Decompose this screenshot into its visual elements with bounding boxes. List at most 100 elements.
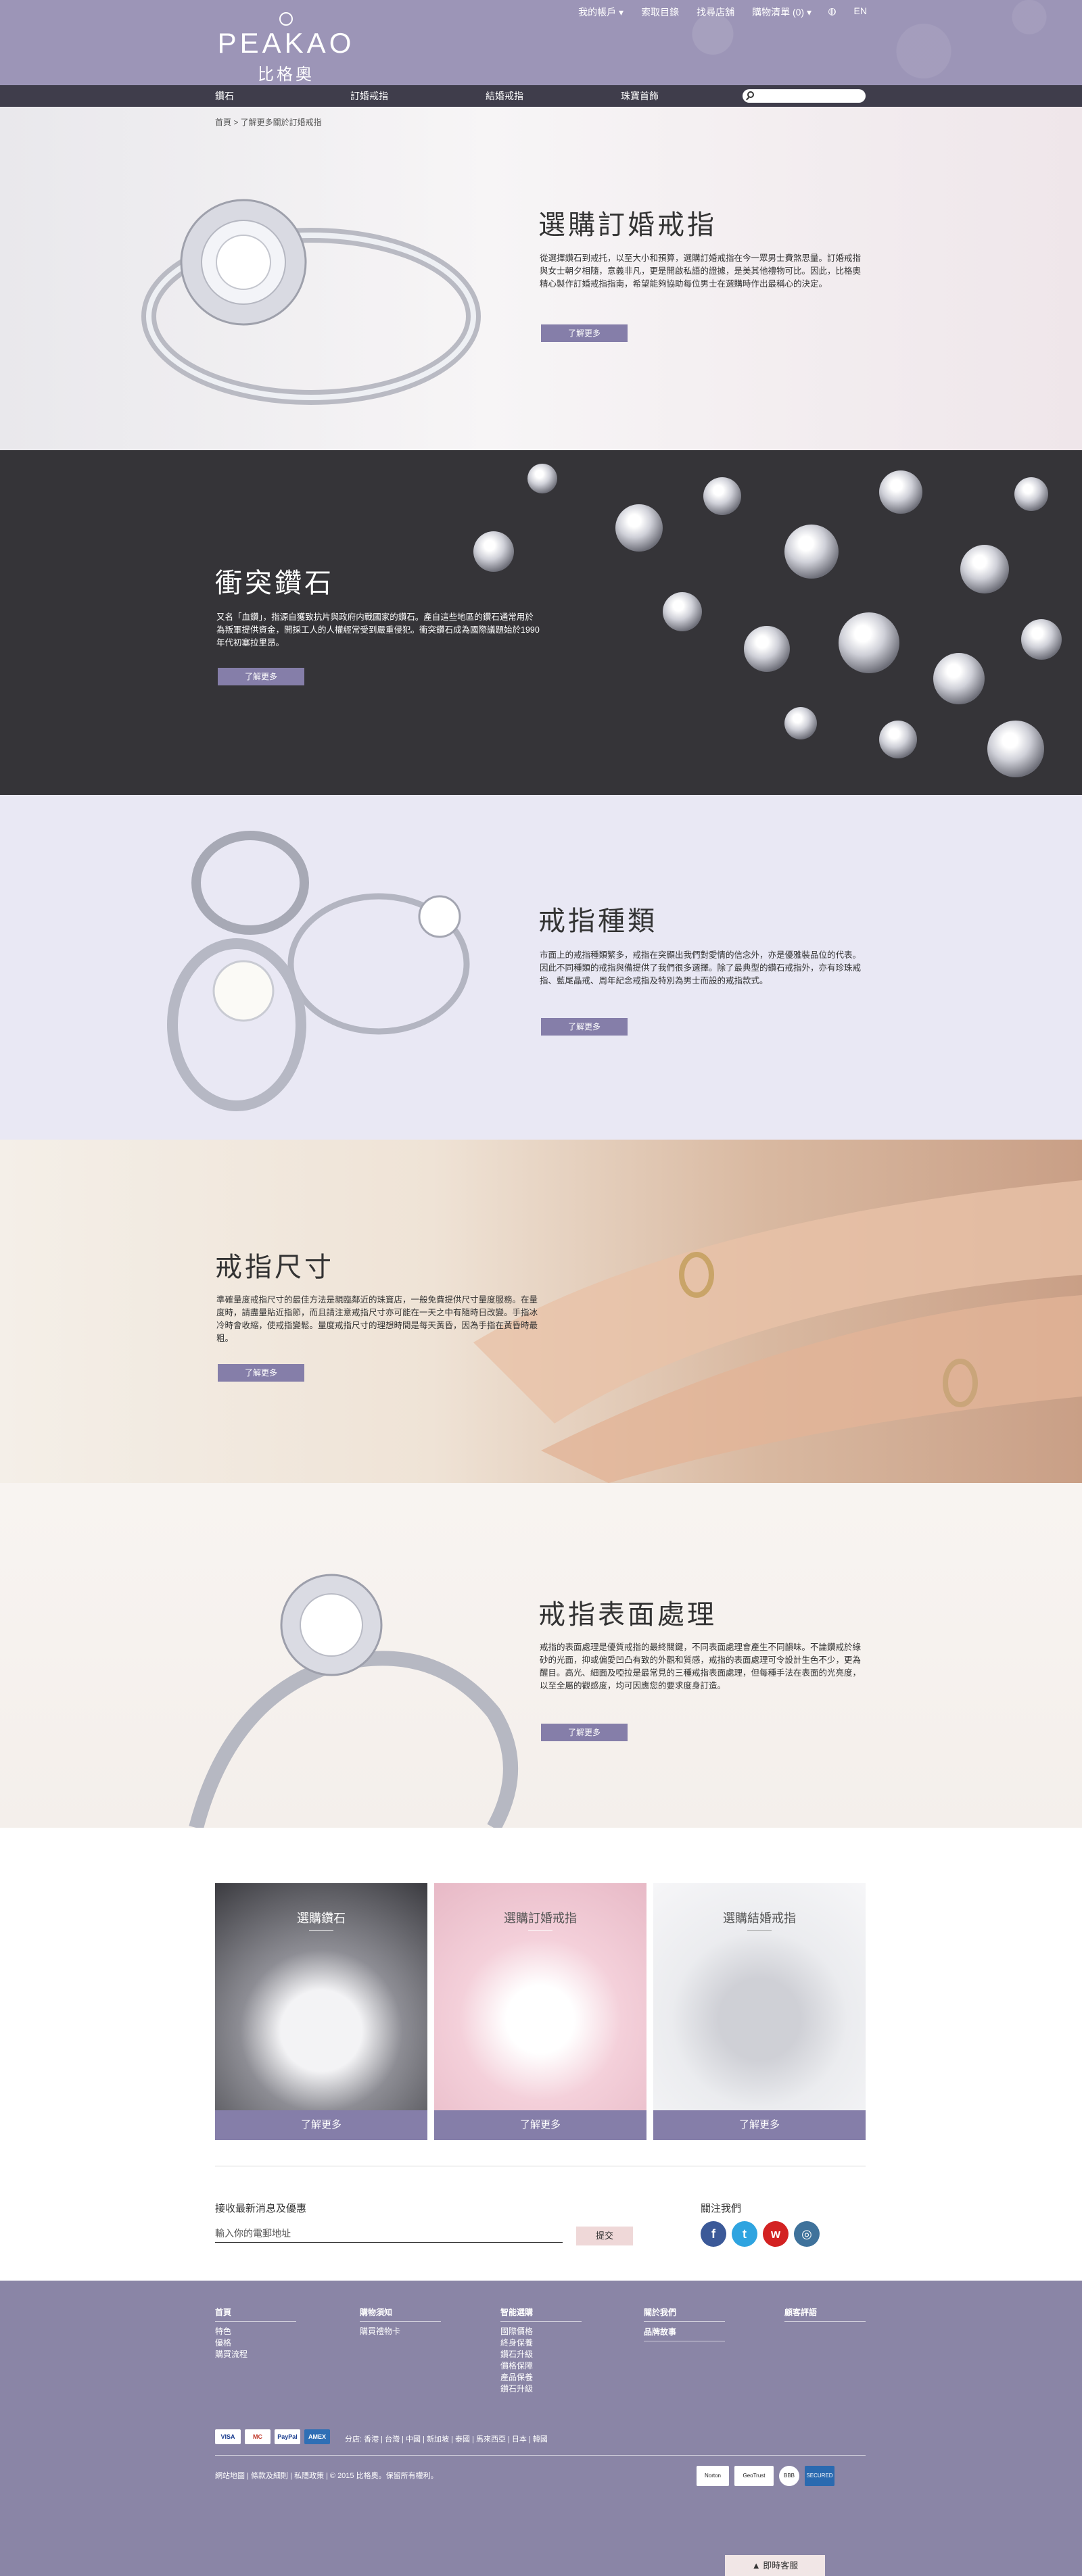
submit-button[interactable]: 提交 — [576, 2227, 633, 2245]
card-shop-wedding-rings[interactable]: 選購結婚戒指 了解更多 — [653, 1883, 866, 2140]
section-text: 從選擇鑽石到戒托，以至大小和預算，選購訂婚戒指在今一眾男士費煞思量。訂婚戒指與女… — [540, 253, 862, 289]
section-title: 選購訂婚戒指 — [538, 210, 717, 241]
footer-heading[interactable]: 關於我們 — [644, 2306, 725, 2322]
nav-wedding-rings[interactable]: 結婚戒指 — [486, 85, 621, 107]
language-switch[interactable]: ◍ EN — [828, 5, 867, 17]
region-links[interactable]: 分店: 香港 | 台灣 | 中國 | 新加坡 | 泰國 | 馬來西亞 | 日本 … — [345, 2433, 548, 2444]
norton-badge-icon: Norton — [697, 2466, 729, 2486]
section-title: 戒指表面處理 — [538, 1599, 717, 1630]
section-engagement: 首頁 > 了解更多關於訂婚戒指 選購訂婚戒指 從選擇鑽石到戒托，以至大小和預算，… — [0, 107, 1082, 450]
card-button[interactable]: 了解更多 — [215, 2110, 427, 2140]
footer-link[interactable]: 購買禮物卡 — [360, 2326, 441, 2337]
learn-more-button[interactable]: 了解更多 — [541, 1724, 628, 1741]
card-title: 選購鑽石 — [297, 1912, 346, 1925]
footer-heading[interactable]: 品牌故事 — [644, 2326, 725, 2341]
footer-link[interactable]: 優格 — [215, 2337, 296, 2349]
learn-more-button[interactable]: 了解更多 — [541, 324, 628, 342]
live-chat-button[interactable]: ▲ 即時客服 — [725, 2555, 825, 2576]
learn-more-button[interactable]: 了解更多 — [218, 1364, 304, 1382]
card-button[interactable]: 了解更多 — [653, 2110, 866, 2140]
learn-more-button[interactable]: 了解更多 — [541, 1018, 628, 1036]
footer-heading[interactable]: 首頁 — [215, 2306, 296, 2322]
footer-heading[interactable]: 智能選購 — [500, 2306, 582, 2322]
payment-methods: VISA MC PayPal AMEX — [215, 2429, 330, 2444]
section-title: 戒指尺寸 — [215, 1252, 334, 1283]
section-conflict-diamonds: 衝突鑽石 又名「血鑽」，指源自獲致抗片與政府内戰國家的鑽石。產自這些地區的鑽石通… — [0, 450, 1082, 795]
main-nav: 鑽石 訂婚戒指 結婚戒指 珠寶首飾 — [0, 85, 1082, 107]
engagement-ring-image — [141, 199, 481, 405]
weibo-icon[interactable]: w — [763, 2221, 789, 2247]
newsletter-title: 接收最新消息及優惠 — [215, 2203, 307, 2214]
finishing-ring-image — [189, 1574, 518, 1828]
footer: 首頁 特色 優格 購買流程 購物須知 購買禮物卡 智能選購 國際價格 終身保養 … — [0, 2281, 1082, 2576]
section-title: 衝突鑽石 — [215, 568, 334, 599]
footer-divider — [215, 2455, 866, 2456]
footer-link[interactable]: 鑽石升級 — [500, 2349, 582, 2360]
footer-col-about: 關於我們 品牌故事 — [644, 2306, 725, 2346]
my-account-link[interactable]: 我的帳戶 ▾ — [578, 5, 624, 19]
footer-heading[interactable]: 顧客評語 — [784, 2306, 866, 2322]
social-links: f t w ◎ — [701, 2221, 820, 2247]
footer-link[interactable]: 鑽石升級 — [500, 2383, 582, 2395]
top-links: 我的帳戶 ▾ 索取目錄 找尋店舖 購物清單 (0) ▾ — [578, 5, 812, 19]
email-field[interactable] — [215, 2224, 563, 2243]
card-title: 選購結婚戒指 — [723, 1912, 796, 1925]
section-ring-size: 戒指尺寸 準確量度戒指尺寸的最佳方法是親臨鄰近的珠寶店，一般免費提供尺寸量度服務… — [0, 1140, 1082, 1483]
wishlist-link[interactable]: 購物清單 (0) ▾ — [752, 5, 812, 19]
search-icon — [747, 91, 754, 98]
footer-col-shopping: 購物須知 購買禮物卡 — [360, 2306, 441, 2337]
card-shop-engagement-rings[interactable]: 選購訂婚戒指 了解更多 — [434, 1883, 646, 2140]
hands-image — [473, 1180, 1082, 1483]
nav-jewellery[interactable]: 珠寶首飾 — [621, 85, 756, 107]
logo-text-zh: 比格奧 — [258, 66, 314, 84]
twitter-icon[interactable]: t — [732, 2221, 757, 2247]
card-shop-diamonds[interactable]: 選購鑽石 了解更多 — [215, 1883, 427, 2140]
footer-link[interactable]: 產品保養 — [500, 2372, 582, 2383]
section-text: 又名「血鑽」，指源自獲致抗片與政府内戰國家的鑽石。產自這些地區的鑽石通常用於為叛… — [216, 612, 540, 648]
section-title: 戒指種類 — [538, 906, 657, 937]
breadcrumb[interactable]: 首頁 > 了解更多關於訂婚戒指 — [215, 116, 322, 128]
globe-icon: ◍ — [828, 5, 837, 16]
section-text: 市面上的戒指種類繁多，戒指在突顯出我們對愛情的信念外，亦是優雅裝品位的代表。因此… — [540, 950, 862, 986]
follow-title: 關注我們 — [701, 2203, 742, 2214]
section-text: 準確量度戒指尺寸的最佳方法是親臨鄰近的珠寶店，一般免費提供尺寸量度服務。在量度時… — [216, 1295, 538, 1343]
header: PEAKAO 比格奧 我的帳戶 ▾ 索取目錄 找尋店舖 購物清單 (0) ▾ ◍… — [0, 0, 1082, 85]
footer-link[interactable]: 終身保養 — [500, 2337, 582, 2349]
footer-link[interactable]: 購買流程 — [215, 2349, 296, 2360]
facebook-icon[interactable]: f — [701, 2221, 726, 2247]
section-text: 戒指的表面處理是優質戒指的最終關鍵，不同表面處理會產生不同韻味。不論鑽戒於綠砂的… — [540, 1643, 862, 1691]
page: PEAKAO 比格奧 我的帳戶 ▾ 索取目錄 找尋店舖 購物清單 (0) ▾ ◍… — [0, 0, 1082, 2576]
catalog-link[interactable]: 索取目錄 — [641, 5, 679, 19]
store-locator-link[interactable]: 找尋店舖 — [697, 5, 734, 19]
logo-mark-icon — [279, 12, 293, 26]
ring-types-image — [167, 831, 470, 1111]
secured-badge-icon: SECURED — [805, 2466, 834, 2486]
trust-badges: Norton GeoTrust BBB SECURED — [697, 2466, 834, 2486]
footer-link[interactable]: 價格保障 — [500, 2360, 582, 2372]
instagram-icon[interactable]: ◎ — [794, 2221, 820, 2247]
section-ring-finishing: 戒指表面處理 戒指的表面處理是優質戒指的最終關鍵，不同表面處理會產生不同韻味。不… — [0, 1483, 1082, 1828]
card-title: 選購訂婚戒指 — [504, 1912, 577, 1925]
amex-icon: AMEX — [304, 2429, 330, 2444]
bbb-badge-icon: BBB — [779, 2466, 799, 2486]
footer-heading[interactable]: 購物須知 — [360, 2306, 441, 2322]
footer-link[interactable]: 國際價格 — [500, 2326, 582, 2337]
card-divider — [309, 1930, 333, 1931]
geotrust-badge-icon: GeoTrust — [734, 2466, 774, 2486]
footer-col-home: 首頁 特色 優格 購買流程 — [215, 2306, 296, 2360]
footer-col-reviews: 顧客評語 — [784, 2306, 866, 2326]
nav-engagement-rings[interactable]: 訂婚戒指 — [350, 85, 486, 107]
logo[interactable]: PEAKAO 比格奧 — [215, 12, 357, 84]
category-cards: 選購鑽石 了解更多 選購訂婚戒指 了解更多 選購結婚戒指 了解更多 — [215, 1883, 866, 2140]
card-divider — [528, 1930, 552, 1931]
section-ring-types: 戒指種類 市面上的戒指種類繁多，戒指在突顯出我們對愛情的信念外，亦是優雅裝品位的… — [0, 795, 1082, 1140]
nav-diamonds[interactable]: 鑽石 — [215, 85, 350, 107]
language-label: EN — [853, 5, 867, 16]
logo-text-en: PEAKAO — [217, 27, 355, 59]
search-input[interactable] — [743, 89, 866, 103]
card-button[interactable]: 了解更多 — [434, 2110, 646, 2140]
legal-links[interactable]: 網站地圖 | 條款及細則 | 私隱政策 | © 2015 比格奧。保留所有權利。 — [215, 2470, 438, 2481]
learn-more-button[interactable]: 了解更多 — [218, 668, 304, 685]
card-divider — [747, 1930, 772, 1931]
footer-link[interactable]: 特色 — [215, 2326, 296, 2337]
